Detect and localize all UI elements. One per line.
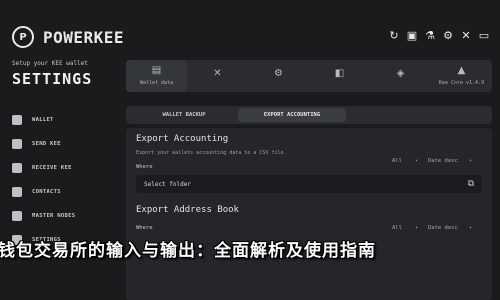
export-panel: Export Accounting Export your wallets ac…	[126, 128, 492, 300]
copy-icon[interactable]: ⧉	[468, 179, 474, 189]
export-accounting-title: Export Accounting	[136, 134, 229, 144]
tile-kee-core[interactable]: ▲ Kee Core v1.4.9	[431, 60, 492, 92]
tile-label: Kee Core v1.4.9	[438, 80, 485, 86]
tile-appearance[interactable]: ◧	[309, 60, 370, 92]
export-accounting-desc: Export your wallets accounting data to a…	[136, 150, 287, 156]
select-value: Date desc	[428, 158, 458, 164]
export-address-book-title: Export Address Book	[136, 205, 239, 215]
tile-preferences[interactable]: ⚙	[248, 60, 309, 92]
sidebar-item-contacts[interactable]: CONTACTS	[12, 180, 75, 204]
gear-icon: ⚙	[274, 68, 283, 79]
select-value: Date desc	[428, 225, 458, 231]
flask-icon[interactable]: ⚗	[424, 30, 436, 42]
gift-icon[interactable]: ▣	[406, 30, 418, 42]
tools-icon: ✕	[213, 68, 222, 79]
settings-icon[interactable]: ⚙	[442, 30, 454, 42]
page-title: SETTINGS	[12, 70, 93, 88]
sidebar-nav: WALLET SEND KEE RECEIVE KEE CONTACTS MAS…	[12, 108, 75, 252]
sidebar-item-label: WALLET	[32, 117, 54, 123]
window-toolbar: ↻ ▣ ⚗ ⚙ ✕ ▭	[388, 30, 490, 42]
tile-security[interactable]: ◈	[370, 60, 431, 92]
wallet-icon	[12, 115, 22, 125]
chevron-down-icon: ▾	[414, 158, 418, 164]
sidebar-item-wallet[interactable]: WALLET	[12, 108, 75, 132]
tab-wallet-backup[interactable]: WALLET BACKUP	[130, 108, 238, 122]
overlay-caption: 钱包交易所的输入与输出：全面解析及使用指南	[0, 241, 376, 261]
sidebar-item-label: SEND KEE	[32, 141, 61, 147]
close-icon[interactable]: ✕	[460, 30, 472, 42]
accounting-filter-select[interactable]: All ▾	[392, 155, 418, 167]
address-book-filter-select[interactable]: All ▾	[392, 222, 418, 234]
export-accounting-where-label: Where	[136, 164, 153, 170]
contacts-icon	[12, 187, 22, 197]
sidebar-item-label: RECEIVE KEE	[32, 165, 72, 171]
chevron-down-icon: ▾	[468, 158, 472, 164]
accounting-sort-select[interactable]: Date desc ▾	[428, 155, 472, 167]
minimize-icon[interactable]: ▭	[478, 30, 490, 42]
select-value: All	[392, 225, 402, 231]
security-icon: ◈	[396, 68, 405, 79]
wallet-data-tabs: WALLET BACKUP EXPORT ACCOUNTING	[126, 106, 492, 124]
tile-label: Wallet data	[139, 80, 174, 86]
appearance-icon: ◧	[334, 68, 345, 79]
accounting-folder-field[interactable]: Select folder ⧉	[136, 175, 482, 193]
select-value: All	[392, 158, 402, 164]
sidebar-item-receive-kee[interactable]: RECEIVE KEE	[12, 156, 75, 180]
chevron-down-icon: ▾	[414, 225, 418, 231]
sidebar: Setup your KEE wallet SETTINGS WALLET SE…	[0, 56, 118, 300]
sync-icon[interactable]: ↻	[388, 30, 400, 42]
masternodes-icon	[12, 211, 22, 221]
tab-export-accounting[interactable]: EXPORT ACCOUNTING	[238, 108, 346, 122]
address-book-sort-select[interactable]: Date desc ▾	[428, 222, 472, 234]
sidebar-item-label: MASTER NODES	[32, 213, 76, 219]
logo: P POWERKEE	[12, 26, 124, 48]
receive-icon	[12, 163, 22, 173]
folder-input-placeholder: Select folder	[144, 180, 191, 188]
sidebar-item-label: CONTACTS	[32, 189, 61, 195]
sidebar-item-send-kee[interactable]: SEND KEE	[12, 132, 75, 156]
app-window: P POWERKEE ↻ ▣ ⚗ ⚙ ✕ ▭ Setup your KEE wa…	[0, 0, 500, 300]
send-icon	[12, 139, 22, 149]
sidebar-subtitle: Setup your KEE wallet	[12, 60, 88, 67]
chevron-down-icon: ▾	[468, 225, 472, 231]
app-name: POWERKEE	[43, 27, 125, 47]
export-address-book-where-label: Where	[136, 225, 153, 231]
kee-core-icon: ▲	[457, 65, 466, 76]
tile-wallet-data[interactable]: ▤ Wallet data	[126, 60, 187, 92]
tile-tools[interactable]: ✕	[187, 60, 248, 92]
wallet-data-icon: ▤	[151, 65, 162, 76]
sidebar-item-master-nodes[interactable]: MASTER NODES	[12, 204, 75, 228]
settings-tiles: ▤ Wallet data ✕ ⚙ ◧ ◈ ▲ Kee Core v1.4.9	[126, 60, 492, 92]
logo-mark-icon: P	[12, 26, 34, 48]
